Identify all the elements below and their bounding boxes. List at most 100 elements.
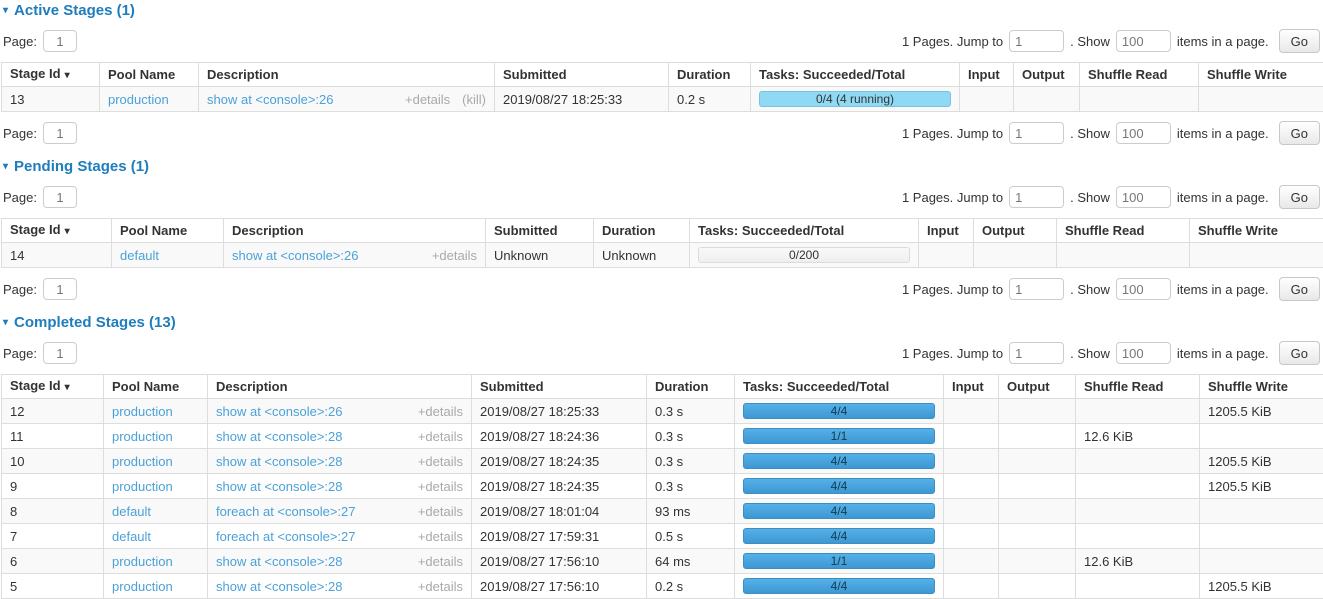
show-items-input[interactable]	[1116, 186, 1171, 208]
pool-name-link[interactable]: production	[112, 454, 173, 469]
column-header-stage-id[interactable]: Stage Id▾	[2, 375, 104, 399]
column-header-submitted[interactable]: Submitted	[472, 375, 647, 399]
description-link[interactable]: show at <console>:26	[216, 404, 342, 419]
description-link[interactable]: show at <console>:28	[216, 454, 342, 469]
section-completed-stages: ▾Completed Stages (13)Page:1 Pages. Jump…	[1, 314, 1322, 599]
jump-to-page-input[interactable]	[1009, 278, 1064, 300]
jump-to-page-input[interactable]	[1009, 342, 1064, 364]
column-header-input[interactable]: Input	[960, 63, 1014, 87]
column-header-submitted[interactable]: Submitted	[486, 219, 594, 243]
column-header-tasks-succeeded-total[interactable]: Tasks: Succeeded/Total	[735, 375, 944, 399]
description-cell: show at <console>:28 +details	[216, 429, 463, 444]
column-header-input[interactable]: Input	[944, 375, 999, 399]
pool-name-link[interactable]: production	[112, 479, 173, 494]
column-header-shuffle-write[interactable]: Shuffle Write	[1190, 219, 1323, 243]
pagination-bottom: Page:1 Pages. Jump to. Showitems in a pa…	[1, 121, 1322, 145]
details-toggle[interactable]: +details	[432, 248, 477, 263]
pool-name-link[interactable]: default	[112, 504, 151, 519]
go-button[interactable]: Go	[1279, 29, 1320, 53]
description-link[interactable]: show at <console>:26	[207, 92, 333, 107]
page-number-input[interactable]	[43, 122, 77, 144]
details-toggle[interactable]: +details	[418, 554, 463, 569]
show-items-input[interactable]	[1116, 342, 1171, 364]
cell-submitted: 2019/08/27 18:24:35	[472, 449, 647, 474]
section-heading-active-stages[interactable]: ▾Active Stages (1)	[3, 2, 1322, 19]
details-toggle[interactable]: +details	[418, 404, 463, 419]
details-toggle[interactable]: +details	[418, 429, 463, 444]
go-button[interactable]: Go	[1279, 341, 1320, 365]
details-toggle[interactable]: +details	[418, 529, 463, 544]
pool-name-link[interactable]: production	[112, 404, 173, 419]
cell-tasks: 4/4	[735, 524, 944, 549]
show-items-input[interactable]	[1116, 30, 1171, 52]
column-header-tasks-succeeded-total[interactable]: Tasks: Succeeded/Total	[751, 63, 960, 87]
details-toggle[interactable]: +details	[418, 479, 463, 494]
column-header-shuffle-write[interactable]: Shuffle Write	[1199, 63, 1323, 87]
section-heading-pending-stages[interactable]: ▾Pending Stages (1)	[3, 158, 1322, 175]
column-header-shuffle-write[interactable]: Shuffle Write	[1200, 375, 1323, 399]
kill-link[interactable]: (kill)	[462, 92, 486, 107]
column-header-output[interactable]: Output	[999, 375, 1076, 399]
pool-name-link[interactable]: production	[112, 579, 173, 594]
description-link[interactable]: show at <console>:28	[216, 554, 342, 569]
cell-description: foreach at <console>:27 +details	[208, 524, 472, 549]
column-header-shuffle-read[interactable]: Shuffle Read	[1080, 63, 1199, 87]
page-number-input[interactable]	[43, 186, 77, 208]
go-button[interactable]: Go	[1279, 121, 1320, 145]
description-cell: show at <console>:28 +details	[216, 479, 463, 494]
column-header-description[interactable]: Description	[199, 63, 495, 87]
column-header-shuffle-read[interactable]: Shuffle Read	[1076, 375, 1200, 399]
jump-to-page-input[interactable]	[1009, 122, 1064, 144]
page-label: Page:	[3, 34, 37, 49]
column-header-submitted[interactable]: Submitted	[495, 63, 669, 87]
description-link[interactable]: foreach at <console>:27	[216, 529, 356, 544]
page-number-input[interactable]	[43, 30, 77, 52]
column-header-pool-name[interactable]: Pool Name	[100, 63, 199, 87]
pool-name-link[interactable]: production	[112, 554, 173, 569]
table-row: 12productionshow at <console>:26+details…	[2, 399, 1323, 424]
description-link[interactable]: show at <console>:26	[232, 248, 358, 263]
page-number-input[interactable]	[43, 278, 77, 300]
column-header-pool-name[interactable]: Pool Name	[104, 375, 208, 399]
go-button[interactable]: Go	[1279, 185, 1320, 209]
jump-to-page-input[interactable]	[1009, 30, 1064, 52]
show-items-input[interactable]	[1116, 122, 1171, 144]
column-header-shuffle-read[interactable]: Shuffle Read	[1057, 219, 1190, 243]
show-items-input[interactable]	[1116, 278, 1171, 300]
cell-duration: 0.3 s	[647, 424, 735, 449]
column-header-stage-id[interactable]: Stage Id▾	[2, 63, 100, 87]
description-link[interactable]: show at <console>:28	[216, 429, 342, 444]
active-stages-table: Stage Id▾Pool NameDescriptionSubmitted Du…	[1, 62, 1323, 112]
details-toggle[interactable]: +details	[418, 454, 463, 469]
pending-stages-table: Stage Id▾Pool NameDescriptionSubmittedDu…	[1, 218, 1323, 268]
column-header-tasks-succeeded-total[interactable]: Tasks: Succeeded/Total	[690, 219, 919, 243]
column-header-description[interactable]: Description	[208, 375, 472, 399]
description-link[interactable]: show at <console>:28	[216, 579, 342, 594]
details-toggle[interactable]: +details	[418, 579, 463, 594]
description-link[interactable]: show at <console>:28	[216, 479, 342, 494]
pool-name-link[interactable]: default	[120, 248, 159, 263]
column-header-pool-name[interactable]: Pool Name	[112, 219, 224, 243]
description-link[interactable]: foreach at <console>:27	[216, 504, 356, 519]
column-header-output[interactable]: Output	[1014, 63, 1080, 87]
cell-tasks: 4/4	[735, 574, 944, 599]
go-button[interactable]: Go	[1279, 277, 1320, 301]
pool-name-link[interactable]: production	[112, 429, 173, 444]
pool-name-link[interactable]: production	[108, 92, 169, 107]
column-header-output[interactable]: Output	[974, 219, 1057, 243]
details-toggle[interactable]: +details	[405, 92, 450, 107]
column-header-duration[interactable]: Duration	[669, 63, 751, 87]
pool-name-link[interactable]: default	[112, 529, 151, 544]
column-header-stage-id[interactable]: Stage Id▾	[2, 219, 112, 243]
cell-output	[1014, 87, 1080, 112]
column-header-description[interactable]: Description	[224, 219, 486, 243]
column-header-duration[interactable]: Duration	[647, 375, 735, 399]
section-heading-completed-stages[interactable]: ▾Completed Stages (13)	[3, 314, 1322, 331]
jump-to-page-input[interactable]	[1009, 186, 1064, 208]
column-header-label: Duration	[677, 67, 730, 82]
column-header-input[interactable]: Input	[919, 219, 974, 243]
column-header-duration[interactable]: Duration	[594, 219, 690, 243]
details-toggle[interactable]: +details	[418, 504, 463, 519]
page-number-input[interactable]	[43, 342, 77, 364]
cell-duration: 0.3 s	[647, 449, 735, 474]
